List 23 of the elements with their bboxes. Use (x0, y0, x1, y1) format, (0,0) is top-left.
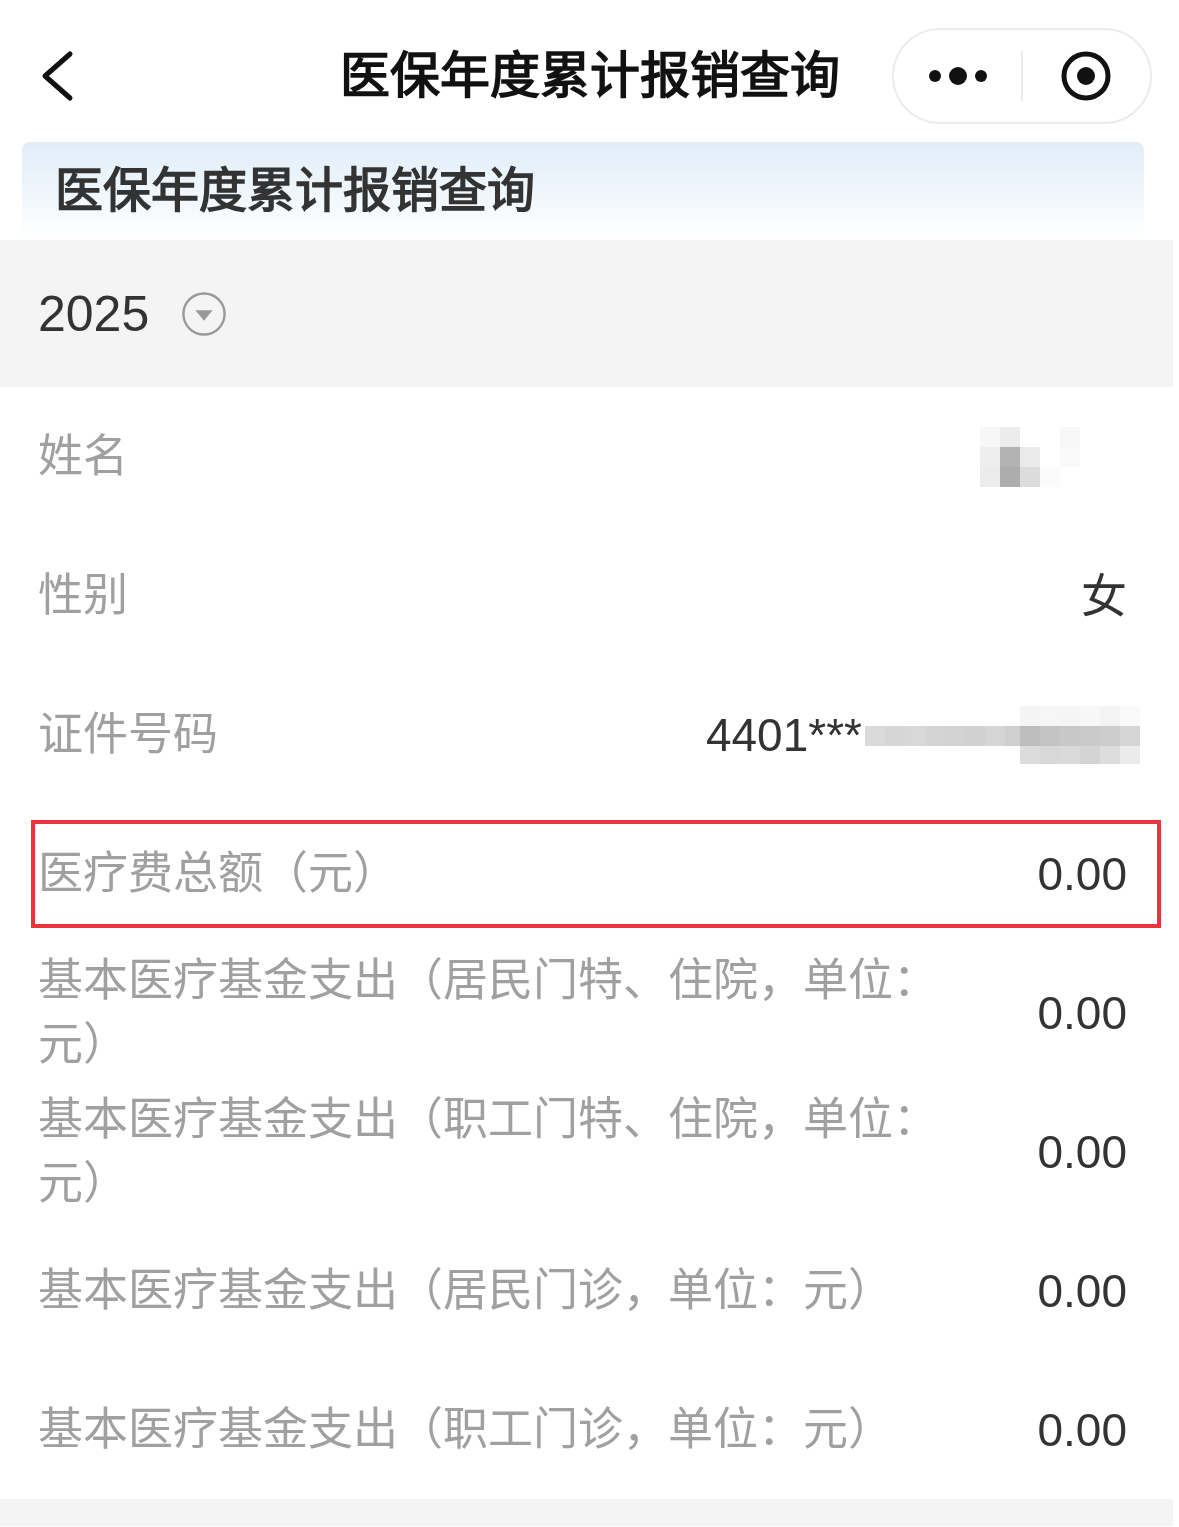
field-label: 医疗费总额（元） (38, 846, 398, 901)
more-dots-icon (928, 67, 987, 85)
field-label: 基本医疗基金支出（职工门特、住院，单位：元） (38, 1092, 939, 1211)
field-label: 基本医疗基金支出（居民门诊，单位：元） (38, 1263, 893, 1318)
dropdown-circle-icon (182, 291, 227, 336)
field-value: 0.00 (1037, 985, 1127, 1041)
page-heading: 医保年度累计报销查询 (55, 163, 535, 219)
field-label: 基本医疗基金支出（居民门特、住院，单位：元） (38, 953, 939, 1072)
year-dropdown[interactable]: 2025 (38, 283, 227, 344)
field-value: 4401*** (705, 707, 862, 763)
chevron-left-icon (40, 50, 74, 102)
nav-title: 医保年度累计报销查询 (339, 47, 840, 106)
field-label: 性别 (38, 568, 128, 623)
field-label: 姓名 (38, 429, 128, 484)
field-label: 基本医疗基金支出（职工门诊，单位：元） (38, 1402, 893, 1457)
field-value: 0.00 (1037, 1402, 1127, 1458)
field-value: 0.00 (1037, 1124, 1127, 1180)
field-label: 证件号码 (38, 707, 218, 762)
field-value: 0.00 (1037, 846, 1127, 902)
back-button[interactable] (40, 50, 74, 102)
target-icon (1061, 51, 1112, 101)
field-value: 0.00 (1037, 1263, 1127, 1319)
field-value: 女 (1081, 568, 1127, 624)
